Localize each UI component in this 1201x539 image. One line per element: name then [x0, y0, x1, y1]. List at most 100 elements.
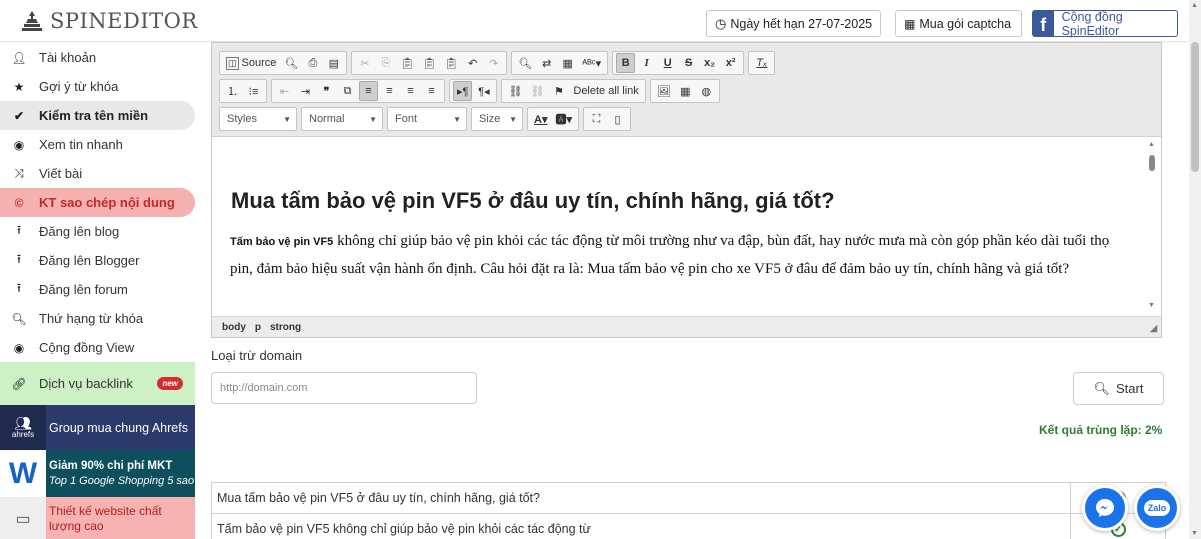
path-p[interactable]: p: [255, 322, 261, 333]
editor-scroll-thumb[interactable]: [1149, 155, 1155, 171]
sidebar-item-post-forum[interactable]: ⭱ Đăng lên forum: [0, 275, 195, 304]
expiry-button[interactable]: ◷ Ngày hết hạn 27-07-2025: [706, 10, 882, 37]
page-scroll-thumb[interactable]: [1191, 42, 1199, 172]
editor-scrollbar[interactable]: ▲ ▼: [1148, 141, 1156, 309]
sidebar-item-account[interactable]: 👤︎ Tài khoản: [0, 43, 195, 72]
messenger-button[interactable]: [1082, 485, 1128, 531]
eye-icon: ◉: [13, 137, 25, 152]
find-icon[interactable]: 🔍︎: [515, 53, 535, 73]
sidebar-item-copy-check[interactable]: © KT sao chép nội dung: [0, 188, 195, 217]
show-blocks-icon[interactable]: ▯: [608, 109, 627, 129]
zalo-button[interactable]: Zalo: [1134, 485, 1180, 531]
strikethrough-button[interactable]: S: [679, 53, 698, 73]
align-right-icon[interactable]: ≡: [401, 81, 420, 101]
sidebar-item-label: Kiểm tra tên miền: [39, 108, 149, 123]
sidebar-item-write[interactable]: ⤨ Viết bài: [0, 159, 195, 188]
promo-website[interactable]: ▭ Thiết kế website chất lượng cao: [0, 497, 195, 539]
anchor-icon[interactable]: ⚑: [549, 81, 568, 101]
facebook-icon: f: [1033, 11, 1054, 36]
cut-icon[interactable]: ✂: [355, 53, 374, 73]
path-strong[interactable]: strong: [270, 322, 301, 333]
start-button[interactable]: 🔍︎ Start: [1073, 372, 1164, 405]
paste-icon[interactable]: 📋︎: [397, 53, 417, 73]
italic-button[interactable]: I: [637, 53, 656, 73]
unlink-icon[interactable]: ⛓: [527, 81, 547, 101]
align-justify-icon[interactable]: ≡: [422, 81, 441, 101]
template-icon[interactable]: ▤: [324, 53, 343, 73]
delete-all-links-button[interactable]: Delete all link: [570, 81, 641, 101]
sidebar-item-post-blog[interactable]: ⭱ Đăng lên blog: [0, 217, 195, 246]
select-all-icon[interactable]: ▦: [558, 53, 577, 73]
sidebar-item-domain-check[interactable]: ✔ Kiểm tra tên miền: [0, 101, 195, 130]
logo-text: SPINEDITOR: [50, 9, 198, 33]
path-body[interactable]: body: [222, 322, 246, 333]
size-select[interactable]: Size ▼: [471, 107, 523, 131]
redo-icon[interactable]: ↷: [484, 53, 503, 73]
exclude-domain-input[interactable]: [211, 372, 477, 404]
sidebar-item-label: Cộng đồng View: [39, 340, 135, 355]
bulleted-list-icon[interactable]: ⁝≡: [244, 81, 263, 101]
sidebar: 👤︎ Tài khoản ★ Gợi ý từ khóa ✔ Kiểm tra …: [0, 43, 195, 539]
subscript-button[interactable]: x₂: [700, 53, 719, 73]
chevron-down-icon: ▼: [369, 114, 377, 124]
print-icon[interactable]: ⎙: [303, 53, 322, 73]
underline-button[interactable]: U: [658, 53, 677, 73]
scroll-down-icon[interactable]: ▼: [1191, 530, 1198, 537]
undo-icon[interactable]: ↶: [463, 53, 482, 73]
app-root: SPINEDITOR ◷ Ngày hết hạn 27-07-2025 ▦ M…: [0, 0, 1201, 539]
page-scrollbar[interactable]: ▲ ▼: [1189, 0, 1201, 539]
copy-icon[interactable]: ⎘: [376, 53, 395, 73]
font-select[interactable]: Font ▼: [387, 107, 467, 131]
maximize-icon[interactable]: ⛶: [587, 109, 606, 129]
ltr-icon[interactable]: ▸¶: [453, 81, 473, 101]
text-color-icon[interactable]: A▾: [531, 109, 550, 129]
iframe-icon[interactable]: ◍: [697, 81, 716, 101]
sidebar-item-community-view[interactable]: ◉ Cộng đồng View: [0, 333, 195, 362]
scroll-up-icon[interactable]: ▲: [1148, 141, 1155, 148]
scroll-down-icon[interactable]: ▼: [1148, 302, 1155, 309]
captcha-label: Mua gói captcha: [919, 16, 1012, 31]
paste-text-icon[interactable]: 📋︎: [419, 53, 439, 73]
sidebar-item-keyword-suggest[interactable]: ★ Gợi ý từ khóa: [0, 72, 195, 101]
promo-ahrefs[interactable]: 👥︎ ahrefs Group mua chung Ahrefs: [0, 405, 195, 450]
format-select[interactable]: Normal ▼: [301, 107, 383, 131]
styles-select[interactable]: Styles ▼: [219, 107, 297, 131]
scroll-up-icon[interactable]: ▲: [1191, 2, 1198, 9]
align-center-icon[interactable]: ≡: [380, 81, 399, 101]
blockquote-icon[interactable]: ❞: [317, 81, 336, 101]
sidebar-item-quick-news[interactable]: ◉ Xem tin nhanh: [0, 130, 195, 159]
source-button[interactable]: ◫ Source: [223, 53, 279, 73]
chevron-down-icon: ▼: [453, 114, 461, 124]
preview-icon[interactable]: 🔍︎: [281, 53, 301, 73]
website-thumb-icon: ▭: [0, 497, 46, 539]
align-left-icon[interactable]: ≡: [359, 81, 378, 101]
sidebar-item-keyword-rank[interactable]: 🔍︎ Thứ hạng từ khóa: [0, 304, 195, 333]
captcha-button[interactable]: ▦ Mua gói captcha: [895, 10, 1022, 37]
community-button[interactable]: f Cộng đồng SpinEditor: [1032, 10, 1178, 38]
creatediv-icon[interactable]: ⧉: [338, 81, 357, 101]
table-icon[interactable]: ▦: [676, 81, 695, 101]
bg-color-icon[interactable]: 🅰︎▾: [552, 109, 575, 129]
outdent-icon[interactable]: ⇤: [275, 81, 294, 101]
spellcheck-icon[interactable]: ᴬᴮᶜ▾: [579, 53, 604, 73]
replace-icon[interactable]: ⇄: [537, 53, 556, 73]
remove-format-icon[interactable]: Tₓ: [752, 53, 771, 73]
editor-content[interactable]: Mua tấm bảo vệ pin VF5 ở đâu uy tín, chí…: [212, 138, 1161, 316]
numbered-list-icon[interactable]: ⒈: [223, 81, 242, 101]
paste-word-icon[interactable]: 📋︎: [441, 53, 461, 73]
rtl-icon[interactable]: ¶◂: [474, 81, 493, 101]
search-icon: 🔍︎: [1093, 380, 1111, 396]
promo-mkt[interactable]: W Giảm 90% chi phí MKT Top 1 Google Shop…: [0, 450, 195, 497]
resize-handle-icon[interactable]: ◢: [1150, 323, 1157, 334]
sidebar-item-post-blogger[interactable]: ⭱ Đăng lên Blogger: [0, 246, 195, 275]
bold-button[interactable]: B: [616, 53, 636, 73]
upload-icon: ⭱: [16, 223, 22, 237]
superscript-button[interactable]: x²: [721, 53, 740, 73]
link-icon[interactable]: ⛓: [505, 81, 525, 101]
sidebar-item-backlink[interactable]: 🔗︎ Dịch vụ backlink new: [0, 362, 195, 405]
indent-icon[interactable]: ⇥: [296, 81, 315, 101]
top-bar: SPINEDITOR ◷ Ngày hết hạn 27-07-2025 ▦ M…: [0, 0, 1189, 42]
image-icon[interactable]: 🖼︎: [654, 81, 674, 101]
logo[interactable]: SPINEDITOR: [22, 9, 198, 33]
results-table: Mua tấm bảo vệ pin VF5 ở đâu uy tín, chí…: [211, 482, 1166, 539]
